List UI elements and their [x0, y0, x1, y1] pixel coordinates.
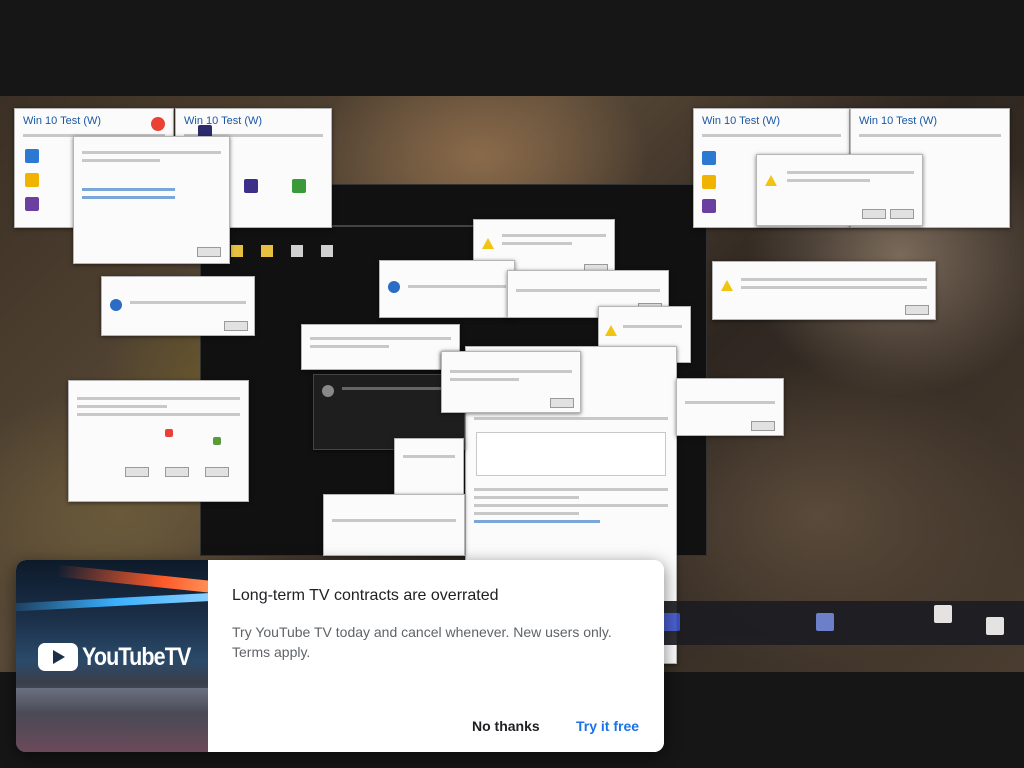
youtube-tv-logo: YouTubeTV [38, 642, 208, 672]
youtube-tv-ad-card: YouTubeTV Long-term TV contracts are ove… [16, 560, 664, 752]
top-letterbox [0, 0, 1024, 96]
ad-body: Try YouTube TV today and cancel whenever… [232, 624, 612, 660]
taskbar-strip [660, 601, 1024, 645]
info-dialog-center [379, 260, 515, 318]
warning-dialog-tr [756, 154, 923, 226]
youtube-tv-logo-text: YouTubeTV [82, 642, 191, 671]
text-dialog-mid [301, 324, 460, 370]
ad-title: Long-term TV contracts are overrated [232, 587, 499, 604]
dialog-title: Win 10 Test (W) [702, 115, 781, 127]
dialog-title: Win 10 Test (W) [859, 115, 938, 127]
setup-dialog-bottom [323, 494, 465, 556]
notice-dialog-right [676, 378, 784, 436]
ad-text-panel: Long-term TV contracts are overrated Try… [208, 560, 664, 752]
dialog-title: Win 10 Test (W) [23, 115, 102, 127]
small-dialog-mid [394, 438, 464, 495]
video-player-frame: Win 10 Test (W) Win 10 Test (W) Win 10 T… [0, 0, 1024, 768]
no-thanks-button[interactable]: No thanks [464, 710, 548, 742]
program-assistant-dialog-top [441, 351, 581, 413]
try-it-free-button[interactable]: Try it free [568, 710, 647, 742]
info-dialog-left [101, 276, 255, 336]
youtube-play-icon [38, 643, 78, 671]
youtube-tv-ad-image: YouTubeTV [16, 560, 208, 752]
warning-dialog-right [712, 261, 936, 320]
compatibility-dialog [73, 136, 230, 264]
program-list-dialog [68, 380, 249, 502]
